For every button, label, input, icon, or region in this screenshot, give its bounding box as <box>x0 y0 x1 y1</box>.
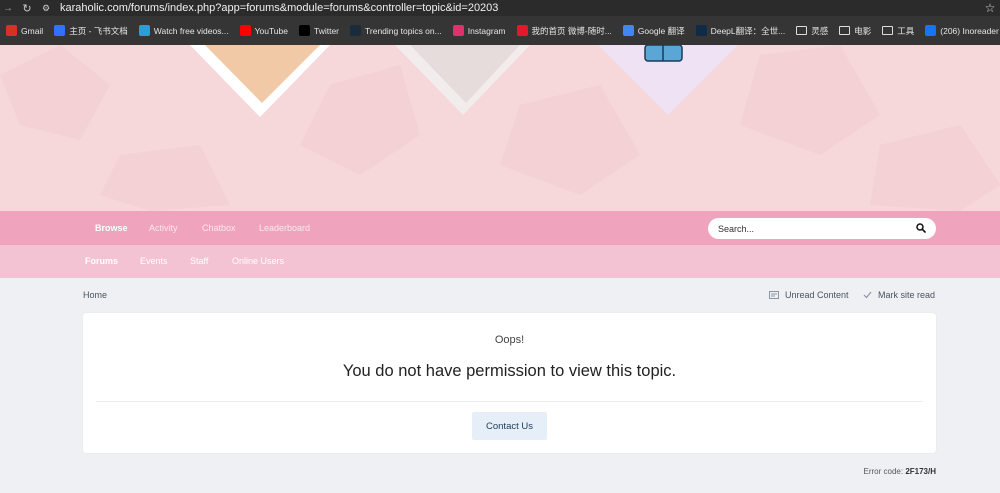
bookmark-item[interactable]: YouTube <box>239 25 288 36</box>
nav-activity[interactable]: Activity <box>149 211 178 245</box>
bookmark-label: Gmail <box>21 25 44 36</box>
bookmark-label: Google 翻译 <box>637 25 685 36</box>
secondary-nav: Forums Events Staff Online Users <box>0 245 1000 278</box>
divider <box>96 401 923 402</box>
search-input[interactable] <box>718 218 908 239</box>
hero-pattern <box>0 45 1000 211</box>
google-translate-icon <box>622 25 634 36</box>
gmail-icon <box>6 25 17 36</box>
x-icon <box>298 25 310 36</box>
folder-icon <box>839 26 851 35</box>
bookmark-item[interactable]: 工具 <box>882 25 914 37</box>
subnav-staff[interactable]: Staff <box>190 245 208 278</box>
bookmark-item[interactable]: 主页 - 飞书文档 <box>54 25 128 37</box>
bookmark-item[interactable]: Watch free videos... <box>138 25 229 36</box>
mark-site-read-link[interactable]: Mark site read <box>863 290 935 300</box>
bookmark-item[interactable]: (206) Inoreader -... <box>925 25 1000 36</box>
nav-browse[interactable]: Browse <box>95 211 128 245</box>
mark-site-read-label: Mark site read <box>878 290 936 300</box>
unread-content-icon <box>769 291 779 299</box>
bookmark-label: 主页 - 飞书文档 <box>69 25 128 36</box>
bookmark-label: Watch free videos... <box>153 25 229 36</box>
bookmark-label: 灵感 <box>811 25 829 36</box>
site-settings-icon[interactable]: ⚙ <box>38 3 54 14</box>
bookmark-item[interactable]: 我的首页 微博-随时... <box>516 25 612 37</box>
bookmark-item[interactable]: DeepL翻译：全世... <box>695 25 786 37</box>
bookmark-label: 工具 <box>897 25 915 36</box>
checkmark-icon <box>863 291 872 299</box>
error-code-value: 2F173/H <box>905 467 936 476</box>
breadcrumb-home[interactable]: Home <box>83 290 107 300</box>
folder-icon <box>882 26 894 35</box>
bookmarks-bar: Gmail 主页 - 飞书文档 Watch free videos... YouTub… <box>0 16 1000 45</box>
bookmark-item[interactable]: Instagram <box>452 25 506 36</box>
bookmark-label: Trending topics on... <box>365 25 442 36</box>
bookmark-item[interactable]: Gmail <box>6 25 43 36</box>
bookmark-label: (206) Inoreader -... <box>940 25 1000 36</box>
search-icon[interactable] <box>916 223 926 233</box>
bookmark-item[interactable]: Google 翻译 <box>622 25 685 37</box>
url-text[interactable]: karaholic.com/forums/index.php?app=forum… <box>54 2 980 14</box>
bookmark-label: 我的首页 微博-随时... <box>531 25 612 36</box>
bookmark-label: YouTube <box>254 25 288 36</box>
feishu-icon <box>54 25 66 36</box>
error-code: Error code: 2F173/H <box>864 467 937 476</box>
back-arrow-icon[interactable]: → <box>0 3 16 14</box>
bookmark-label: 电影 <box>854 25 872 36</box>
bookmark-star-icon[interactable]: ☆ <box>980 1 1000 15</box>
inoreader-icon <box>925 25 937 36</box>
bookmark-label: DeepL翻译：全世... <box>710 25 786 36</box>
bookmark-item[interactable]: Twitter <box>298 25 340 36</box>
unread-content-label: Unread Content <box>785 290 849 300</box>
nav-chatbox[interactable]: Chatbox <box>202 211 236 245</box>
error-message: You do not have permission to view this … <box>342 362 677 380</box>
nav-leaderboard[interactable]: Leaderboard <box>259 211 310 245</box>
deepl-icon <box>695 25 707 36</box>
tumblr-icon <box>350 25 362 36</box>
weibo-icon <box>516 25 528 36</box>
bookmark-item[interactable]: 电影 <box>839 25 871 37</box>
subnav-forums[interactable]: Forums <box>85 245 118 278</box>
search-box <box>708 218 936 239</box>
hero-banner <box>0 45 1000 211</box>
contact-us-button[interactable]: Contact Us <box>472 412 547 440</box>
bookmark-label: Twitter <box>313 25 340 36</box>
subnav-online-users[interactable]: Online Users <box>232 245 284 278</box>
youtube-icon <box>239 25 251 36</box>
error-code-label: Error code: <box>863 467 904 476</box>
reload-icon[interactable]: ↻ <box>16 2 38 15</box>
browser-url-bar: → ↻ ⚙ karaholic.com/forums/index.php?app… <box>0 0 1000 16</box>
instagram-icon <box>452 25 464 36</box>
bookmark-label: Instagram <box>467 25 506 36</box>
bookmark-item[interactable]: 灵感 <box>796 25 828 37</box>
folder-icon <box>796 26 808 35</box>
unread-content-link[interactable]: Unread Content <box>769 290 849 300</box>
error-panel: Oops! You do not have permission to view… <box>83 313 936 453</box>
video-icon <box>138 25 150 36</box>
error-title: Oops! <box>494 334 525 346</box>
subnav-events[interactable]: Events <box>140 245 168 278</box>
bookmark-item[interactable]: Trending topics on... <box>350 25 442 36</box>
